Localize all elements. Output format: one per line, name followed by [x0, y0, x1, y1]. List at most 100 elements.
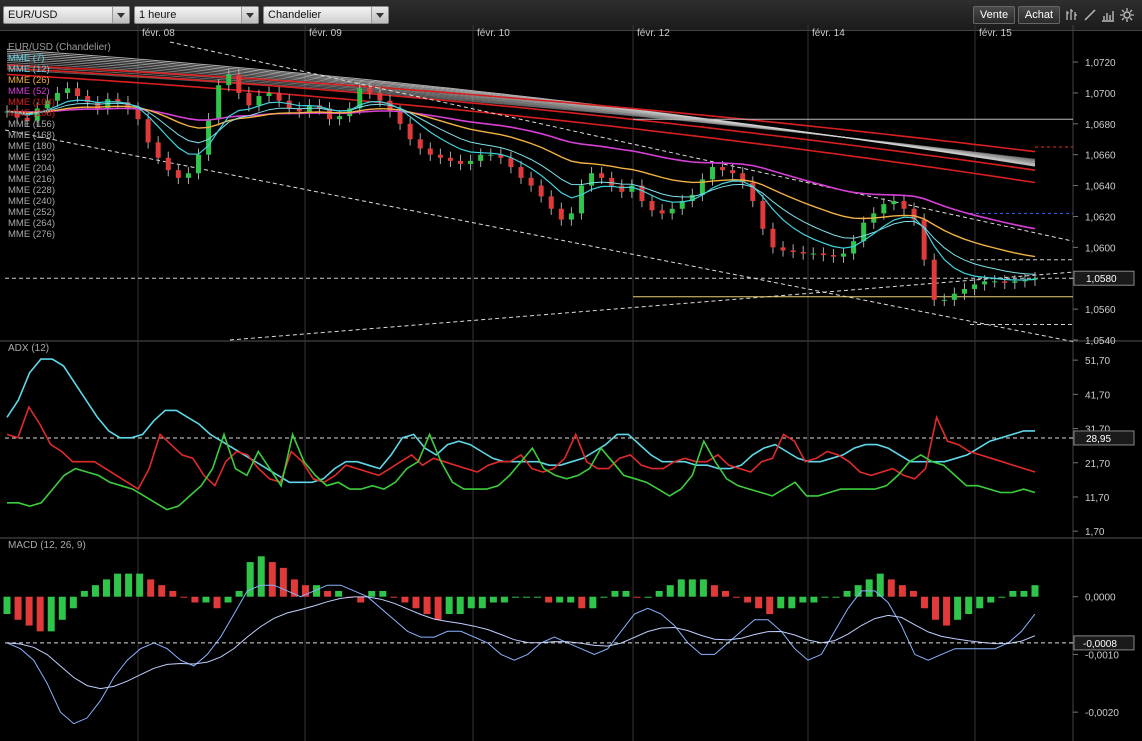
- line-draw-icon[interactable]: [1082, 7, 1098, 23]
- x-tick-label: févr. 14: [812, 28, 845, 39]
- x-tick-label: févr. 09: [309, 28, 342, 39]
- chevron-down-icon[interactable]: [112, 7, 129, 23]
- candle-down: [165, 157, 171, 171]
- candle-up: [578, 185, 584, 214]
- macd-value-label: -0,0008: [1083, 639, 1117, 650]
- candle-up: [982, 281, 988, 285]
- chart-type-dropdown[interactable]: Chandelier: [263, 6, 389, 24]
- adx-value-label: 28,95: [1086, 434, 1111, 445]
- macd-histogram-bar: [136, 573, 144, 597]
- legend-entry: MME (52): [8, 86, 50, 97]
- candle-down: [800, 251, 806, 254]
- macd-histogram-bar: [810, 596, 818, 603]
- candle-down: [720, 167, 726, 171]
- candle-up: [266, 92, 272, 97]
- macd-histogram-bar: [434, 596, 442, 620]
- macd-histogram-bar: [368, 590, 376, 597]
- macd-histogram-bar: [998, 596, 1006, 598]
- candle-down: [730, 170, 736, 174]
- candle-up: [256, 96, 262, 106]
- candle-up: [861, 222, 867, 242]
- candle-down: [820, 253, 826, 256]
- macd-histogram-bar: [279, 567, 287, 597]
- y-tick-label: 1,0540: [1085, 336, 1116, 347]
- macd-histogram-bar: [36, 596, 44, 632]
- y-tick-label: 1,0640: [1085, 182, 1116, 193]
- candle-down: [518, 167, 524, 178]
- legend-entry: MME (240): [8, 196, 55, 207]
- chart-type-icon[interactable]: [1100, 7, 1116, 23]
- candle-down: [760, 201, 766, 229]
- macd-histogram-bar: [644, 596, 652, 598]
- candle-up: [961, 289, 967, 294]
- di-minus-line: [6, 405, 1036, 491]
- macd-line: [6, 584, 1036, 725]
- macd-histogram-bar: [213, 596, 221, 609]
- candle-down: [236, 74, 242, 93]
- candle-up: [468, 160, 474, 164]
- y-tick-label: 1,0680: [1085, 120, 1116, 131]
- legend-entry: MME (104): [8, 97, 55, 108]
- macd-histogram-bar: [954, 596, 962, 620]
- macd-histogram-bar: [920, 596, 928, 609]
- chart-area[interactable]: févr. 08 févr. 09 févr. 10 févr. 12 févr. 14…: [0, 25, 1142, 741]
- candle-down: [921, 219, 927, 260]
- mme-long-ribbon-line: [6, 58, 1036, 164]
- candle-down: [770, 228, 776, 248]
- candle-up: [941, 299, 947, 301]
- macd-histogram-bar: [943, 596, 951, 626]
- y-tick-label: 1,0660: [1085, 151, 1116, 162]
- candle-down: [780, 247, 786, 251]
- macd-histogram-bar: [401, 596, 409, 603]
- macd-histogram-bar: [335, 590, 343, 597]
- candle-up: [185, 173, 191, 178]
- macd-histogram-bar: [125, 573, 133, 597]
- macd-histogram-bar: [721, 590, 729, 597]
- candle-down: [830, 255, 836, 257]
- candle-up: [1012, 281, 1018, 283]
- chevron-down-icon[interactable]: [371, 7, 388, 23]
- candle-up: [841, 253, 847, 257]
- adx-tick-label: 11,70: [1085, 493, 1110, 504]
- macd-histogram-bar: [445, 596, 453, 615]
- candle-down: [548, 196, 554, 209]
- symbol-value: EUR/USD: [8, 9, 58, 21]
- macd-histogram-bar: [887, 579, 895, 597]
- macd-histogram-bar: [777, 596, 785, 609]
- candle-up: [669, 208, 675, 214]
- macd-histogram-bar: [788, 596, 796, 609]
- bar-chart-icon[interactable]: [1064, 7, 1080, 23]
- legend-entry: MME (7): [8, 53, 44, 64]
- candle-down: [558, 208, 564, 220]
- macd-histogram-bar: [224, 596, 232, 603]
- candle-down: [377, 92, 383, 101]
- legend-entry: MME (204): [8, 163, 55, 174]
- symbol-dropdown[interactable]: EUR/USD: [3, 6, 130, 24]
- macd-histogram-bar: [766, 596, 774, 615]
- sell-button[interactable]: Vente: [973, 6, 1015, 24]
- legend-entry: MME (26): [8, 75, 50, 86]
- macd-histogram-bar: [976, 596, 984, 609]
- chevron-down-icon[interactable]: [241, 7, 258, 23]
- interval-dropdown[interactable]: 1 heure: [134, 6, 259, 24]
- buy-button[interactable]: Achat: [1018, 6, 1060, 24]
- adx-tick-label: 41,70: [1085, 390, 1110, 401]
- macd-histogram-bar: [357, 596, 365, 603]
- legend-entry: MME (12): [8, 64, 50, 75]
- y-tick-label: 1,0560: [1085, 305, 1116, 316]
- candle-up: [478, 154, 484, 161]
- legend-entry: MME (252): [8, 207, 55, 218]
- settings-icon[interactable]: [1119, 7, 1135, 23]
- macd-histogram-bar: [25, 596, 33, 626]
- macd-histogram-bar: [478, 596, 486, 609]
- macd-title: MACD (12, 26, 9): [8, 540, 86, 551]
- candle-up: [206, 119, 212, 155]
- macd-histogram-bar: [699, 579, 707, 597]
- legend-entry: MME (208): [8, 108, 55, 119]
- macd-histogram-bar: [91, 585, 99, 597]
- candle-down: [155, 142, 161, 158]
- macd-histogram-bar: [710, 585, 718, 597]
- x-tick-label: févr. 15: [979, 28, 1012, 39]
- candle-down: [508, 157, 514, 168]
- candle-down: [447, 157, 453, 161]
